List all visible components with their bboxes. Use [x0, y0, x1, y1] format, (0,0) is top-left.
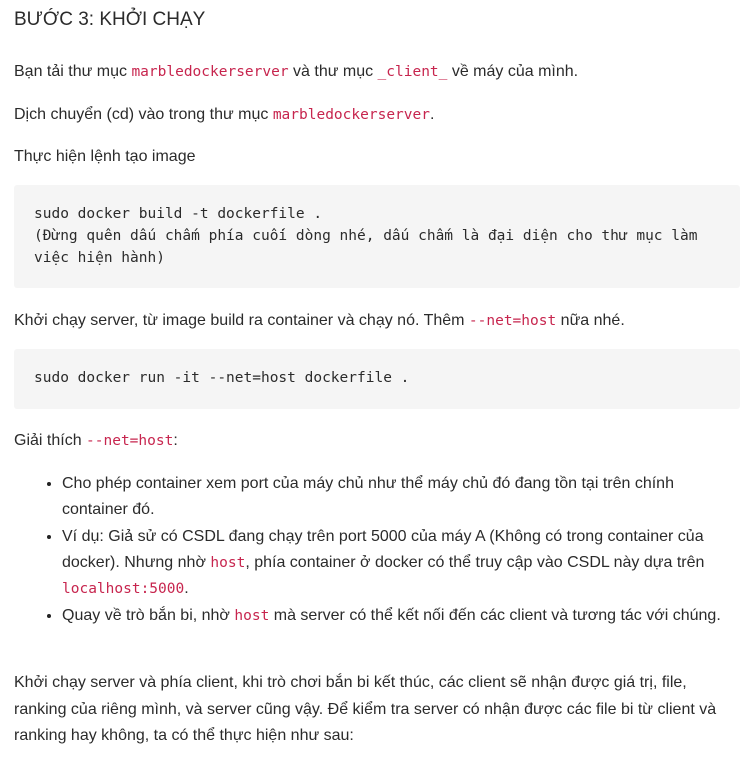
build-image-paragraph: Thực hiện lệnh tạo image — [14, 148, 196, 165]
code-block-docker-run: sudo docker run -it --net=host dockerfil… — [14, 349, 740, 409]
list-item: Ví dụ: Giả sử có CSDL đang chạy trên por… — [62, 523, 738, 602]
inline-code-net-host: --net=host — [86, 433, 174, 449]
text: nữa nhé. — [556, 312, 625, 329]
inline-code-net-host: --net=host — [468, 313, 557, 329]
inline-code-host: host — [210, 555, 246, 571]
code-block-docker-build: sudo docker build -t dockerfile . (Đừng … — [14, 185, 740, 288]
result-paragraph: Khởi chạy server và phía client, khi trò… — [14, 674, 717, 744]
inline-code-server-folder: marbledockerserver — [131, 64, 289, 80]
inline-code-client-folder: _client_ — [377, 64, 448, 80]
inline-code-server-folder: marbledockerserver — [272, 107, 430, 123]
cd-paragraph: Dịch chuyển (cd) vào trong thư mục marbl… — [14, 102, 740, 128]
text: . — [184, 580, 189, 597]
run-server-paragraph: Khởi chạy server, từ image build ra cont… — [14, 308, 740, 334]
text: : — [173, 432, 178, 449]
inline-code-localhost: localhost:5000 — [62, 581, 185, 597]
text: Giải thích — [14, 432, 87, 449]
text: Khởi chạy server, từ image build ra cont… — [14, 312, 469, 329]
text: và thư mục — [288, 63, 378, 80]
text: Dịch chuyển (cd) vào trong thư mục — [14, 106, 273, 123]
text: , phía container ở docker có thể truy cậ… — [245, 554, 705, 571]
download-paragraph: Bạn tải thư mục marbledockerserver và th… — [14, 59, 740, 85]
text: về máy của mình. — [447, 63, 579, 80]
text: Bạn tải thư mục — [14, 63, 132, 80]
text: Quay về trò bắn bi, nhờ — [62, 607, 235, 624]
step-heading: BƯỚC 3: KHỞI CHẠY — [14, 9, 206, 30]
list-item: Quay về trò bắn bi, nhờ host mà server c… — [62, 602, 738, 629]
text: Cho phép container xem port của máy chủ … — [62, 475, 674, 518]
inline-code-host: host — [234, 608, 270, 624]
explain-paragraph: Giải thích --net=host: — [14, 428, 740, 454]
text: mà server có thể kết nối đến các client … — [269, 607, 721, 624]
article-content: BƯỚC 3: KHỞI CHẠY Bạn tải thư mục marble… — [0, 0, 752, 763]
text: . — [429, 106, 435, 123]
explanation-list: Cho phép container xem port của máy chủ … — [14, 470, 738, 629]
list-item: Cho phép container xem port của máy chủ … — [62, 470, 738, 523]
